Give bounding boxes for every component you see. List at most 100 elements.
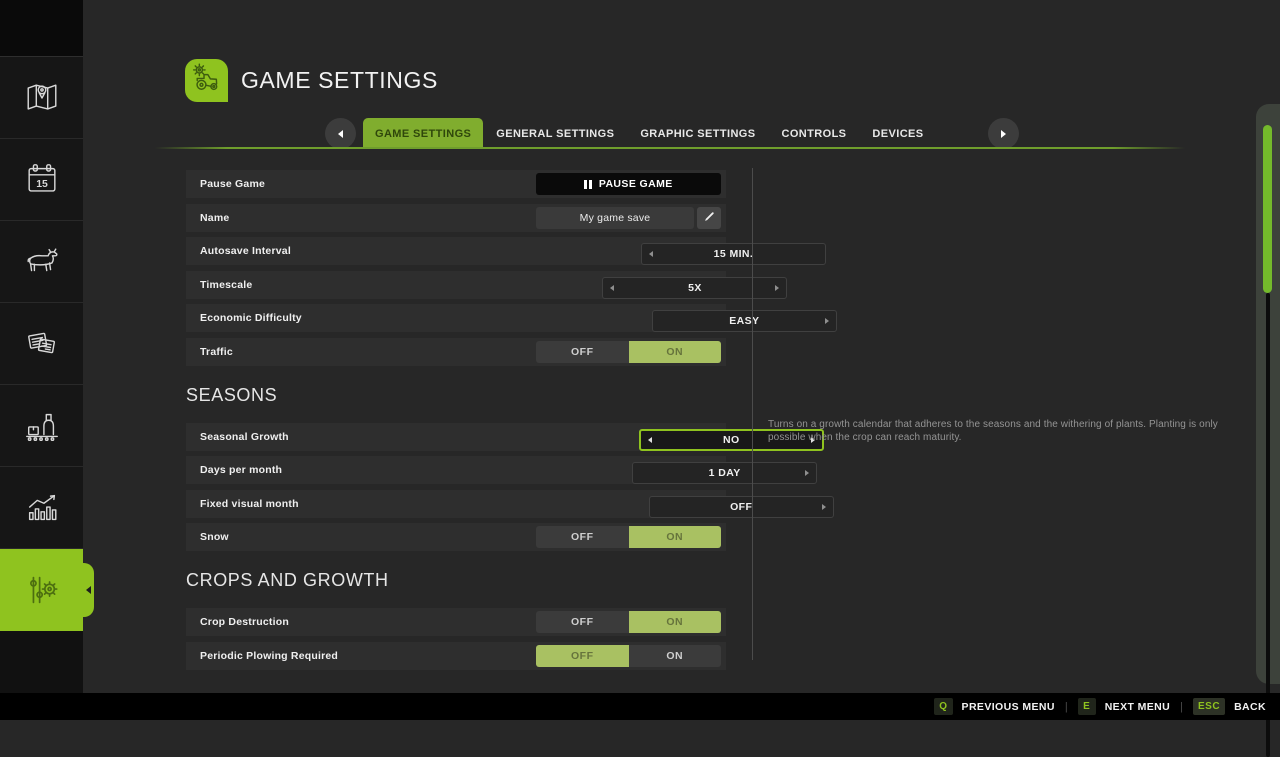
days-per-month-value: 1 DAY	[708, 467, 741, 479]
footer-bar: Q PREVIOUS MENU | E NEXT MENU | ESC BACK	[0, 693, 1280, 720]
setting-row-autosave-interval: Autosave Interval 15 MIN.	[186, 237, 826, 265]
crop-destruction-on-option[interactable]: ON	[628, 611, 721, 633]
tab-bar: GAME SETTINGS GENERAL SETTINGS GRAPHIC S…	[363, 118, 937, 149]
autosave-interval-label: Autosave Interval	[200, 245, 291, 257]
traffic-off-option[interactable]: OFF	[536, 340, 629, 363]
hint-next-menu-label: NEXT MENU	[1104, 700, 1171, 713]
increase-arrow-icon[interactable]	[818, 311, 836, 331]
setting-row-name: Name My game save	[186, 203, 726, 232]
setting-row-fixed-visual-month: Fixed visual month OFF	[186, 489, 834, 518]
chevron-right-icon	[1001, 129, 1006, 138]
setting-row-crop-destruction: Crop Destruction OFF ON	[186, 608, 726, 636]
game-settings-screen: 15 GAME SETTINGS GAME SETTINGS GENERAL S…	[0, 0, 1280, 757]
setting-row-seasonal-growth: Seasonal Growth NO	[186, 422, 824, 451]
crop-destruction-label: Crop Destruction	[200, 616, 289, 628]
periodic-plowing-on-option[interactable]: ON	[628, 644, 721, 667]
hint-separator: |	[1064, 700, 1068, 713]
decrease-arrow-icon[interactable]	[603, 278, 621, 298]
calendar-icon: 15	[23, 161, 61, 199]
setting-row-traffic: Traffic OFF ON	[186, 337, 726, 366]
setting-row-periodic-plowing: Periodic Plowing Required OFF ON	[186, 641, 726, 670]
sidebar-item-animals[interactable]	[0, 221, 83, 303]
increase-arrow-icon[interactable]	[815, 497, 833, 517]
pause-game-button-label: PAUSE GAME	[598, 178, 673, 190]
fixed-visual-month-stepper[interactable]: OFF	[648, 495, 834, 518]
tab-game-settings[interactable]: GAME SETTINGS	[363, 118, 484, 149]
snow-toggle: OFF ON	[536, 526, 721, 548]
pause-game-label: Pause Game	[200, 178, 266, 190]
key-esc: ESC	[1193, 698, 1226, 715]
sidebar-item-production[interactable]	[0, 385, 83, 467]
scrollbar-track[interactable]	[1265, 293, 1270, 757]
tab-devices[interactable]: DEVICES	[859, 118, 936, 149]
hint-separator: |	[1180, 700, 1183, 713]
hint-back: ESC BACK	[1193, 698, 1266, 715]
tab-graphic-settings[interactable]: GRAPHIC SETTINGS	[627, 118, 768, 149]
bar-chart-icon	[23, 489, 61, 527]
pause-game-button[interactable]: PAUSE GAME	[536, 173, 721, 195]
pause-icon	[584, 179, 592, 189]
svg-text:15: 15	[36, 179, 48, 190]
autosave-interval-stepper[interactable]: 15 MIN.	[640, 243, 826, 265]
snow-off-option[interactable]: OFF	[536, 526, 629, 548]
sidebar-item-calendar[interactable]: 15	[0, 139, 83, 221]
timescale-value: 5X	[688, 281, 702, 294]
tabs-next-button[interactable]	[988, 118, 1019, 149]
setting-row-timescale: Timescale 5X	[186, 270, 788, 299]
hint-back-label: BACK	[1234, 700, 1266, 713]
tab-controls[interactable]: CONTROLS	[769, 118, 860, 149]
autosave-interval-value: 15 MIN.	[713, 248, 754, 260]
scrollbar	[1256, 104, 1280, 757]
section-title-seasons: SEASONS	[186, 384, 278, 405]
settings-sliders-gear-icon	[23, 571, 61, 609]
edit-name-button[interactable]	[697, 206, 721, 229]
save-name-value[interactable]: My game save	[536, 206, 694, 229]
timescale-label: Timescale	[200, 278, 253, 291]
traffic-on-option[interactable]: ON	[628, 340, 721, 363]
increase-arrow-icon[interactable]	[768, 278, 786, 298]
sidebar-item-map[interactable]	[0, 57, 83, 139]
sidebar-item-finances[interactable]	[0, 303, 83, 385]
name-label: Name	[200, 211, 230, 224]
crop-destruction-off-option[interactable]: OFF	[536, 611, 629, 633]
panel-divider	[752, 168, 753, 660]
days-per-month-stepper[interactable]: 1 DAY	[632, 462, 818, 484]
sidebar-item-game-settings[interactable]	[0, 549, 91, 631]
periodic-plowing-off-option[interactable]: OFF	[536, 644, 629, 667]
sidebar-item-statistics[interactable]	[0, 467, 83, 549]
tab-underline	[155, 147, 1185, 149]
newspaper-icon	[23, 325, 61, 363]
hint-previous-menu-label: PREVIOUS MENU	[961, 700, 1055, 713]
section-title-crops: CROPS AND GROWTH	[186, 570, 389, 590]
periodic-plowing-toggle: OFF ON	[536, 644, 721, 667]
tabs-previous-button[interactable]	[325, 118, 356, 149]
tractor-gear-icon	[190, 61, 224, 100]
snow-label: Snow	[200, 531, 229, 543]
crop-destruction-toggle: OFF ON	[536, 611, 721, 633]
traffic-label: Traffic	[200, 345, 233, 358]
sidebar: 15	[0, 0, 91, 693]
factory-icon	[23, 407, 61, 445]
scrollbar-thumb[interactable]	[1263, 125, 1272, 293]
hint-next-menu: E NEXT MENU	[1077, 698, 1171, 715]
decrease-arrow-icon[interactable]	[641, 431, 659, 449]
days-per-month-label: Days per month	[200, 464, 283, 476]
seasonal-growth-value: NO	[723, 433, 740, 446]
page-title: GAME SETTINGS	[241, 67, 438, 93]
sidebar-top-spacer	[0, 0, 83, 57]
setting-row-pause-game: Pause Game PAUSE GAME	[186, 170, 726, 198]
increase-arrow-icon[interactable]	[798, 463, 816, 483]
fixed-visual-month-value: OFF	[730, 500, 753, 513]
setting-row-days-per-month: Days per month 1 DAY	[186, 456, 818, 484]
pencil-icon	[704, 210, 715, 225]
economic-difficulty-stepper[interactable]: EASY	[651, 310, 837, 332]
seasonal-growth-label: Seasonal Growth	[200, 430, 289, 443]
page-icon	[185, 59, 228, 102]
timescale-stepper[interactable]: 5X	[602, 276, 788, 299]
setting-description: Turns on a growth calendar that adheres …	[768, 419, 1218, 443]
key-q: Q	[934, 698, 953, 715]
tab-general-settings[interactable]: GENERAL SETTINGS	[483, 118, 627, 149]
decrease-arrow-icon[interactable]	[642, 244, 660, 264]
snow-on-option[interactable]: ON	[628, 526, 721, 548]
key-e: E	[1077, 698, 1096, 715]
